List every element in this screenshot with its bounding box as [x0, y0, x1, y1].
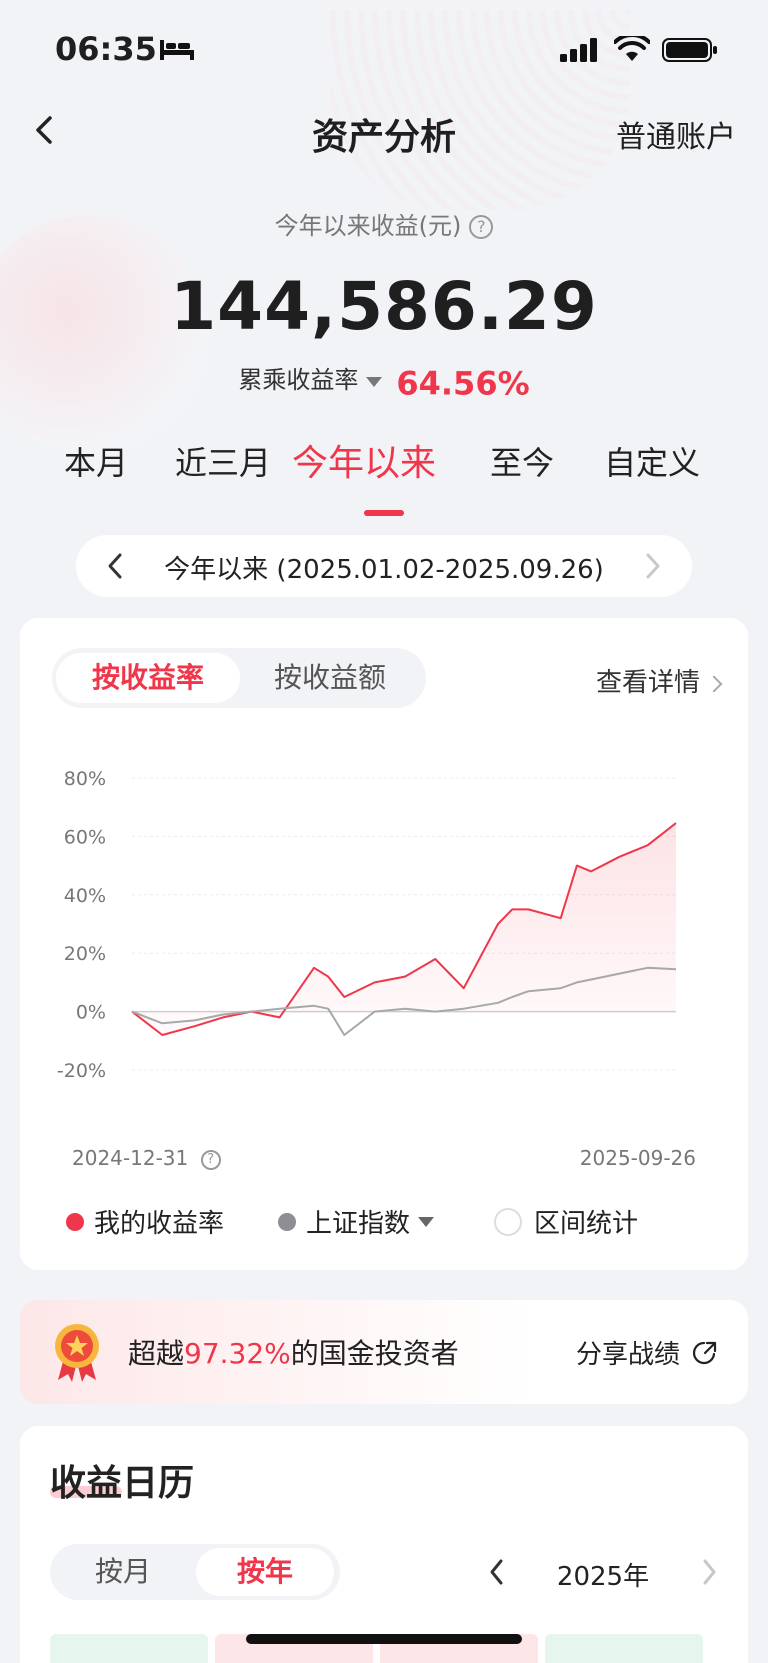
- toggle-by-amount[interactable]: 按收益额: [238, 653, 422, 703]
- legend-index-label: 上证指数: [306, 1209, 411, 1239]
- legend-index[interactable]: 上证指数: [278, 1203, 435, 1240]
- tab-three-months[interactable]: 近三月: [175, 438, 271, 484]
- chart-start-date-text: 2024-12-31: [72, 1146, 189, 1170]
- calendar-mode-toggle: 按月 按年: [50, 1544, 340, 1600]
- ranking-prefix: 超越: [128, 1337, 185, 1370]
- tab-ytd[interactable]: 今年以来: [292, 434, 436, 486]
- profit-amount: 144,586.29: [170, 268, 598, 345]
- ranking-percent: 97.32%: [184, 1337, 291, 1370]
- wifi-icon: [614, 36, 650, 61]
- legend-my-return-label: 我的收益率: [94, 1209, 225, 1239]
- metric-toggle: 按收益率 按收益额: [52, 648, 426, 708]
- return-chart[interactable]: 80% 60% 40% 20% 0% -20%: [20, 758, 748, 1138]
- return-rate-value: 64.56%: [396, 364, 530, 403]
- return-rate-row: 累乘收益率 64.56%: [0, 360, 768, 403]
- ranking-text: 超越97.32%的国金投资者: [128, 1332, 459, 1372]
- y-tick-label: 40%: [64, 885, 106, 907]
- gray-dot-icon: [278, 1212, 296, 1231]
- share-button[interactable]: 分享战绩: [576, 1334, 718, 1371]
- toggle-by-month[interactable]: 按月: [54, 1548, 192, 1596]
- date-range-selector: 今年以来 (2025.01.02-2025.09.26): [76, 535, 692, 597]
- dropdown-triangle-icon[interactable]: [366, 376, 383, 387]
- radio-circle-icon[interactable]: [494, 1207, 522, 1236]
- status-bar: 06:35: [0, 0, 768, 90]
- y-tick-label: 60%: [64, 826, 106, 848]
- toggle-by-rate[interactable]: 按收益率: [56, 653, 240, 703]
- view-details-link[interactable]: 查看详情: [595, 662, 723, 699]
- share-icon: [692, 1341, 717, 1364]
- chart-legend: 我的收益率 上证指数 区间统计: [66, 1203, 716, 1243]
- y-tick-label: 20%: [64, 943, 106, 965]
- home-indicator: [246, 1634, 522, 1644]
- tab-custom[interactable]: 自定义: [604, 438, 700, 484]
- red-dot-icon: [66, 1212, 84, 1231]
- ytd-profit-label: 今年以来收益(元)?: [0, 206, 768, 241]
- y-tick-label: 80%: [64, 768, 106, 790]
- ytd-profit-label-text: 今年以来收益(元): [274, 212, 462, 240]
- next-year-icon[interactable]: [700, 1558, 718, 1586]
- help-icon[interactable]: ?: [469, 215, 494, 239]
- status-time: 06:35: [55, 30, 157, 68]
- legend-my-return[interactable]: 我的收益率: [66, 1203, 224, 1240]
- battery-icon: [662, 38, 717, 62]
- y-tick-label: -20%: [57, 1060, 106, 1082]
- ranking-banner: 超越97.32%的国金投资者 分享战绩: [20, 1300, 748, 1404]
- chart-card: 按收益率 按收益额 查看详情 80% 60% 40% 20% 0% -20% 2024-1…: [20, 618, 748, 1270]
- toggle-by-year[interactable]: 按年: [196, 1548, 334, 1596]
- date-help-icon[interactable]: ?: [200, 1149, 221, 1170]
- period-tabs: 本月 近三月 今年以来 至今 自定义: [0, 438, 768, 508]
- profit-calendar-card: 收益日历 按月 按年 2025年: [20, 1426, 748, 1663]
- sleep-mode-icon: [160, 40, 194, 60]
- medal-icon: [55, 1324, 99, 1382]
- account-type-button[interactable]: 普通账户: [616, 112, 736, 156]
- y-tick-label: 0%: [76, 1002, 106, 1024]
- calendar-year: 2025年: [556, 1562, 650, 1592]
- chevron-right-icon: [705, 675, 723, 692]
- ranking-suffix: 的国金投资者: [290, 1337, 459, 1370]
- share-label: 分享战绩: [575, 1340, 680, 1370]
- chart-start-date: 2024-12-31 ?: [72, 1146, 221, 1170]
- legend-interval-stats-label: 区间统计: [534, 1209, 639, 1239]
- dropdown-triangle-icon: [418, 1216, 435, 1227]
- legend-interval-stats[interactable]: 区间统计: [494, 1203, 638, 1240]
- calendar-cell[interactable]: [545, 1634, 703, 1663]
- return-rate-selector[interactable]: 累乘收益率: [238, 366, 358, 394]
- series-area-0: [132, 823, 676, 1035]
- chart-end-date: 2025-09-26: [579, 1146, 696, 1170]
- tab-to-date[interactable]: 至今: [490, 438, 554, 484]
- next-range-icon[interactable]: [642, 551, 662, 581]
- nav-bar: 资产分析 普通账户: [0, 100, 768, 160]
- tab-this-month[interactable]: 本月: [64, 438, 128, 484]
- cellular-signal-icon: [560, 38, 597, 62]
- view-details-label: 查看详情: [595, 668, 700, 698]
- active-tab-indicator: [364, 510, 404, 516]
- year-navigator: 2025年: [488, 1552, 718, 1592]
- calendar-title: 收益日历: [50, 1463, 195, 1504]
- date-range-text: 今年以来 (2025.01.02-2025.09.26): [164, 555, 604, 585]
- calendar-cell[interactable]: [50, 1634, 208, 1663]
